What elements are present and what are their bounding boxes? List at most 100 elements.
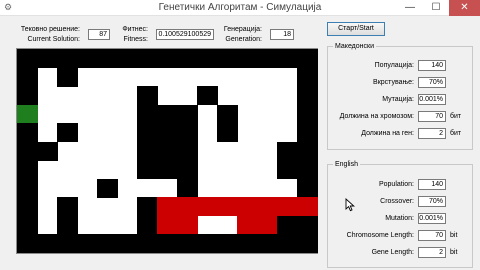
- maze-wall-cell: [17, 123, 38, 143]
- fitness-label-en: Fitness:: [123, 36, 148, 43]
- setting-unit: bit: [450, 249, 458, 256]
- setting-label: Должина на ген:: [361, 130, 414, 137]
- maze-wall-cell: [277, 49, 298, 69]
- setting-input[interactable]: 2: [418, 247, 446, 258]
- fitness-field[interactable]: 0.100529100529: [156, 29, 214, 40]
- maze-wall-cell: [117, 234, 138, 254]
- maze-grid: [17, 49, 318, 254]
- maze-wall-cell: [17, 160, 38, 180]
- current-solution-label-mk: Тековно решение:: [20, 26, 80, 33]
- maze-wall-cell: [297, 67, 318, 87]
- maze-wall-cell: [177, 178, 198, 198]
- maze-path-cell: [197, 197, 218, 217]
- setting-label: Crossover:: [380, 198, 414, 205]
- maze-wall-cell: [57, 197, 78, 217]
- maze-path-cell: [237, 215, 258, 235]
- maze-wall-cell: [297, 160, 318, 180]
- maze-wall-cell: [157, 123, 178, 143]
- maze-wall-cell: [177, 104, 198, 124]
- maze-wall-cell: [137, 160, 158, 180]
- maze-wall-cell: [257, 234, 278, 254]
- maze-wall-cell: [157, 49, 178, 69]
- maze-wall-cell: [17, 141, 38, 161]
- setting-input[interactable]: 70: [418, 230, 446, 241]
- maze-wall-cell: [177, 123, 198, 143]
- maze-path-cell: [297, 197, 318, 217]
- macedonian-group-title: Македонски: [333, 42, 376, 51]
- maze-path-cell: [277, 197, 298, 217]
- setting-input[interactable]: 2: [418, 128, 446, 139]
- mouse-cursor-icon: [345, 198, 355, 212]
- setting-input[interactable]: 0.001%: [418, 94, 446, 105]
- setting-input[interactable]: 70%: [418, 196, 446, 207]
- maze-wall-cell: [277, 234, 298, 254]
- maze-panel: [16, 48, 318, 254]
- setting-label: Мутација:: [382, 96, 414, 103]
- maze-wall-cell: [137, 234, 158, 254]
- maze-wall-cell: [157, 141, 178, 161]
- maze-wall-cell: [177, 141, 198, 161]
- setting-input[interactable]: 70: [418, 111, 446, 122]
- maze-wall-cell: [77, 49, 98, 69]
- setting-label: Gene Length:: [371, 249, 414, 256]
- maze-wall-cell: [297, 178, 318, 198]
- maze-path-cell: [257, 197, 278, 217]
- maze-wall-cell: [297, 49, 318, 69]
- maze-wall-cell: [37, 141, 58, 161]
- start-button[interactable]: Старт/Start: [327, 22, 385, 36]
- maze-wall-cell: [197, 49, 218, 69]
- maze-wall-cell: [137, 215, 158, 235]
- maze-path-cell: [177, 215, 198, 235]
- maze-wall-cell: [57, 67, 78, 87]
- maze-wall-cell: [297, 86, 318, 106]
- maze-wall-cell: [197, 86, 218, 106]
- maze-wall-cell: [197, 234, 218, 254]
- setting-unit: бит: [450, 130, 462, 137]
- maze-wall-cell: [137, 104, 158, 124]
- maze-wall-cell: [17, 215, 38, 235]
- maze-wall-cell: [57, 49, 78, 69]
- maze-wall-cell: [297, 234, 318, 254]
- maze-wall-cell: [137, 141, 158, 161]
- maze-wall-cell: [37, 49, 58, 69]
- fitness-label-mk: Фитнес:: [122, 26, 148, 33]
- maze-path-cell: [177, 197, 198, 217]
- maze-wall-cell: [157, 234, 178, 254]
- setting-label: Mutation:: [385, 215, 414, 222]
- maze-path-cell: [157, 215, 178, 235]
- maze-wall-cell: [217, 104, 238, 124]
- maximize-icon[interactable]: ☐: [423, 0, 449, 16]
- close-icon[interactable]: ✕: [449, 0, 480, 16]
- maze-wall-cell: [217, 234, 238, 254]
- generation-field[interactable]: 18: [270, 29, 294, 40]
- maze-wall-cell: [297, 123, 318, 143]
- setting-label: Chromosome Length:: [346, 232, 414, 239]
- maze-wall-cell: [37, 234, 58, 254]
- maze-wall-cell: [217, 49, 238, 69]
- setting-label: Популација:: [374, 62, 414, 69]
- setting-input[interactable]: 140: [418, 60, 446, 71]
- maze-wall-cell: [97, 178, 118, 198]
- maze-wall-cell: [237, 234, 258, 254]
- maze-wall-cell: [257, 49, 278, 69]
- maze-path-cell: [157, 197, 178, 217]
- maze-wall-cell: [157, 104, 178, 124]
- maze-wall-cell: [177, 49, 198, 69]
- maze-path-cell: [217, 197, 238, 217]
- generation-label-en: Generation:: [225, 36, 262, 43]
- setting-label: Population:: [378, 181, 414, 188]
- setting-input[interactable]: 0.001%: [418, 213, 446, 224]
- setting-input[interactable]: 140: [418, 179, 446, 190]
- maze-wall-cell: [17, 234, 38, 254]
- current-solution-field[interactable]: 87: [88, 29, 110, 40]
- maze-wall-cell: [57, 123, 78, 143]
- maze-wall-cell: [77, 234, 98, 254]
- maze-wall-cell: [277, 160, 298, 180]
- maze-wall-cell: [157, 160, 178, 180]
- maze-wall-cell: [217, 123, 238, 143]
- maze-wall-cell: [297, 141, 318, 161]
- setting-input[interactable]: 70%: [418, 77, 446, 88]
- minimize-icon[interactable]: —: [397, 0, 423, 16]
- maze-wall-cell: [17, 197, 38, 217]
- maze-wall-cell: [137, 86, 158, 106]
